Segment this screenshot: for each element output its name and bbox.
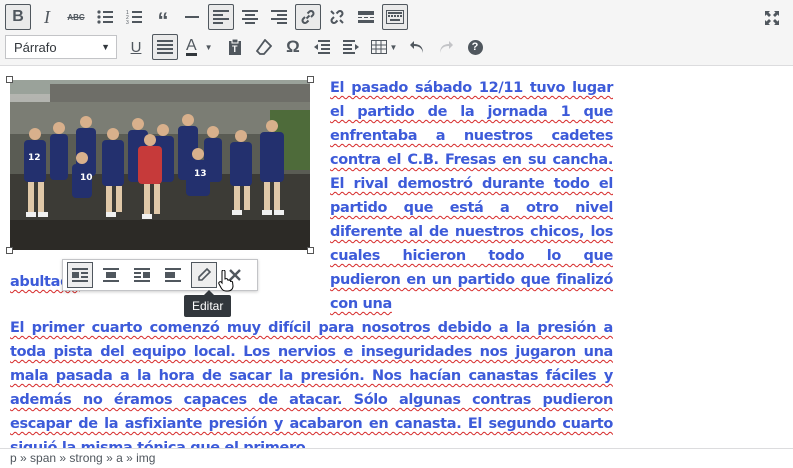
resize-handle-top-right[interactable] <box>307 76 314 83</box>
paragraph-1-text: El pasado sábado 12/11 tuvo lugar el par… <box>330 80 613 312</box>
chevron-down-icon: ▼ <box>204 42 213 52</box>
unlink-icon <box>330 10 344 24</box>
fullscreen-icon <box>765 11 779 25</box>
undo-button[interactable] <box>404 34 430 60</box>
basketball-team-photo: 12 13 10 <box>10 80 310 250</box>
quote-icon: “ <box>157 8 169 33</box>
svg-text:T: T <box>232 44 238 54</box>
indent-icon <box>343 40 359 54</box>
outdent-button[interactable] <box>309 34 335 60</box>
justify-button[interactable] <box>152 34 178 60</box>
align-left-button[interactable] <box>208 4 234 30</box>
clear-formatting-button[interactable] <box>251 34 277 60</box>
redo-button[interactable] <box>433 34 459 60</box>
image-align-none-button[interactable] <box>160 262 186 288</box>
fullscreen-button[interactable] <box>761 7 783 29</box>
hand-pointer-icon <box>218 270 234 292</box>
link-icon <box>301 10 315 24</box>
resize-handle-bottom-right[interactable] <box>307 247 314 254</box>
svg-text:12: 12 <box>28 153 41 163</box>
paragraph-2: El primer cuarto comenzó muy difícil par… <box>10 316 613 460</box>
align-center-icon <box>103 268 119 282</box>
outdent-icon <box>314 40 330 54</box>
help-icon: ? <box>467 39 483 55</box>
chevron-down-icon: ▼ <box>101 42 110 52</box>
undo-icon <box>410 41 423 53</box>
read-more-button[interactable] <box>353 4 379 30</box>
insert-link-button[interactable] <box>295 4 321 30</box>
paragraph-2-text: El primer cuarto comenzó muy difícil par… <box>10 320 613 456</box>
svg-text:3: 3 <box>126 20 129 24</box>
align-right-icon <box>271 10 287 24</box>
selected-image[interactable]: 12 13 10 <box>6 76 314 254</box>
paragraph-format-select[interactable]: Párrafo ▼ <box>5 35 117 59</box>
bulleted-list-icon <box>97 10 113 24</box>
pencil-icon <box>198 267 212 281</box>
chevron-down-icon: ▼ <box>389 42 398 52</box>
bulleted-list-button[interactable] <box>92 4 118 30</box>
align-right-button[interactable] <box>266 4 292 30</box>
paste-text-button[interactable]: T <box>222 34 248 60</box>
help-button[interactable]: ? <box>462 34 488 60</box>
table-icon <box>370 40 387 54</box>
toolbar-row-2: Párrafo ▼ U A ▼ T Ω ▼ ? <box>5 33 491 61</box>
italic-button[interactable]: I <box>34 4 60 30</box>
svg-text:10: 10 <box>80 173 93 183</box>
paragraph-1: El pasado sábado 12/11 tuvo lugar el par… <box>330 76 613 316</box>
numbered-list-button[interactable]: 123 <box>121 4 147 30</box>
resize-handle-bottom-left[interactable] <box>6 247 13 254</box>
redo-icon <box>440 41 453 53</box>
toolbar-row-1: B I ABC 123 “ <box>5 3 411 33</box>
edit-tooltip: Editar <box>184 290 232 317</box>
image-align-center-button[interactable] <box>98 262 124 288</box>
resize-handle-top-left[interactable] <box>6 76 13 83</box>
remove-link-button[interactable] <box>324 4 350 30</box>
image-align-left-button[interactable] <box>67 262 93 288</box>
editor-toolbar: B I ABC 123 “ Párrafo ▼ U A ▼ T Ω ▼ ? <box>0 0 793 66</box>
align-left-icon <box>213 10 229 24</box>
keyboard-icon <box>386 10 404 24</box>
align-center-icon <box>242 10 258 24</box>
blockquote-button[interactable]: “ <box>150 4 176 33</box>
text-color-button[interactable]: A ▼ <box>181 34 219 60</box>
strikethrough-button[interactable]: ABC <box>63 4 89 30</box>
align-none-icon <box>165 268 181 282</box>
special-character-button[interactable]: Ω <box>280 34 306 60</box>
svg-text:13: 13 <box>194 169 207 179</box>
horizontal-line-button[interactable] <box>179 4 205 30</box>
align-left-icon <box>72 268 88 282</box>
format-select-value: Párrafo <box>14 39 57 55</box>
image-align-right-button[interactable] <box>129 262 155 288</box>
bold-button[interactable]: B <box>5 4 31 30</box>
underline-button[interactable]: U <box>123 34 149 60</box>
numbered-list-icon: 123 <box>126 10 142 24</box>
editor-content-area[interactable]: 12 13 10 El pasado sábado 12/11 tuvo lugar… <box>0 66 793 456</box>
align-center-button[interactable] <box>237 4 263 30</box>
horizontal-line-icon <box>185 16 199 18</box>
clipboard-icon: T <box>229 39 241 55</box>
read-more-icon <box>358 11 374 23</box>
element-path-statusbar: p » span » strong » a » img <box>0 448 793 467</box>
align-justify-icon <box>157 40 173 54</box>
table-button[interactable]: ▼ <box>367 34 401 60</box>
toolbar-toggle-button[interactable] <box>382 4 408 30</box>
image-edit-button[interactable] <box>191 262 217 288</box>
indent-button[interactable] <box>338 34 364 60</box>
eraser-icon <box>256 39 272 55</box>
align-right-icon <box>134 268 150 282</box>
